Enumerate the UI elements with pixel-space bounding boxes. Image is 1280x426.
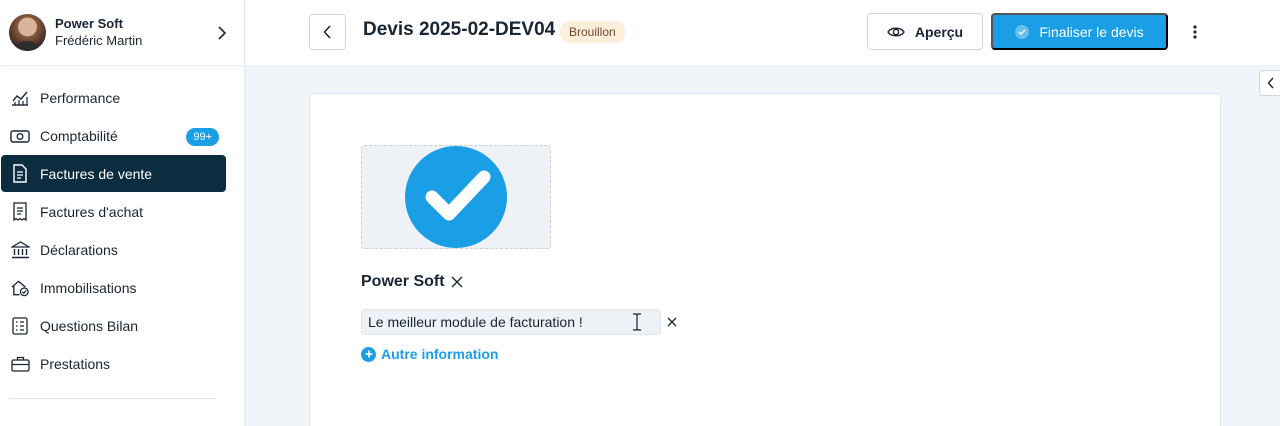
add-info-button[interactable]: Autre information — [361, 346, 498, 362]
briefcase-icon — [10, 354, 30, 374]
panel-toggle-button[interactable] — [1259, 70, 1280, 96]
sidebar: Power Soft Frédéric Martin Performance C… — [0, 0, 245, 426]
top-bar: Devis 2025-02-DEV04 Brouillon Aperçu Fin… — [245, 0, 1280, 66]
sidebar-item-questions-bilan[interactable]: Questions Bilan — [1, 307, 226, 344]
sidebar-item-label: Prestations — [40, 355, 111, 372]
sidebar-item-performance[interactable]: Performance — [1, 79, 226, 116]
divider — [9, 398, 217, 399]
add-info-label: Autre information — [381, 346, 499, 362]
account-company: Power Soft — [55, 15, 123, 31]
sidebar-item-label: Questions Bilan — [40, 317, 139, 334]
chevron-left-icon — [323, 25, 331, 39]
sidebar-item-factures-d-achat[interactable]: Factures d'achat — [1, 193, 226, 230]
plus-circle-icon — [361, 346, 376, 362]
back-button[interactable] — [309, 14, 346, 50]
check-circle-icon — [1015, 24, 1030, 39]
chevron-right-icon[interactable] — [214, 25, 230, 41]
sidebar-item-prestations[interactable]: Prestations — [1, 345, 226, 382]
account-user: Frédéric Martin — [55, 32, 143, 48]
preview-button[interactable]: Aperçu — [867, 13, 983, 50]
bank-icon — [10, 240, 30, 260]
eye-icon — [887, 27, 905, 36]
chart-line-icon — [10, 88, 30, 108]
document-icon — [10, 164, 30, 184]
info-row: Le meilleur module de facturation ! — [361, 309, 677, 335]
finalize-quote-button[interactable]: Finaliser le devis — [991, 13, 1168, 50]
account-switcher[interactable]: Power Soft Frédéric Martin — [0, 0, 244, 66]
remove-company-icon[interactable] — [451, 276, 463, 288]
sidebar-item-immobilisations[interactable]: Immobilisations — [1, 269, 226, 306]
receipt-icon — [10, 202, 30, 222]
status-badge: Brouillon — [560, 21, 625, 43]
company-logo-check-icon — [405, 146, 507, 248]
sidebar-item-comptabilite[interactable]: Comptabilité 99+ — [1, 117, 226, 154]
company-name-row: Power Soft — [361, 273, 463, 291]
remove-info-icon[interactable] — [667, 317, 677, 327]
finalize-button-label: Finaliser le devis — [1039, 23, 1144, 40]
notification-badge: 99+ — [186, 128, 219, 146]
page-title: Devis 2025-02-DEV04 — [363, 19, 556, 40]
company-logo-dropzone[interactable] — [361, 145, 551, 249]
company-name[interactable]: Power Soft — [361, 273, 445, 291]
chevron-left-icon — [1267, 77, 1274, 89]
banknote-icon — [10, 126, 30, 146]
sidebar-item-label: Immobilisations — [40, 279, 137, 296]
sidebar-item-label: Factures d'achat — [40, 203, 144, 220]
sidebar-item-label: Performance — [40, 89, 121, 106]
preview-button-label: Aperçu — [914, 23, 964, 40]
sidebar-item-declarations[interactable]: Déclarations — [1, 231, 226, 268]
sidebar-item-label: Déclarations — [40, 241, 118, 258]
sidebar-item-label: Comptabilité — [40, 127, 118, 144]
kebab-menu-icon — [1193, 25, 1197, 39]
checklist-icon — [10, 316, 30, 336]
more-options-button[interactable] — [1185, 20, 1205, 44]
company-info-input[interactable]: Le meilleur module de facturation ! — [361, 309, 661, 335]
house-check-icon — [10, 278, 30, 298]
company-info-value: Le meilleur module de facturation ! — [368, 314, 583, 330]
sidebar-item-label: Factures de vente — [40, 165, 153, 182]
sidebar-nav: Performance Comptabilité 99+ Factures de… — [0, 66, 244, 382]
sidebar-item-factures-de-vente[interactable]: Factures de vente — [1, 155, 226, 192]
quote-document: Power Soft Le meilleur module de factura… — [309, 93, 1221, 426]
avatar — [9, 14, 46, 51]
text-cursor-icon — [633, 313, 641, 331]
